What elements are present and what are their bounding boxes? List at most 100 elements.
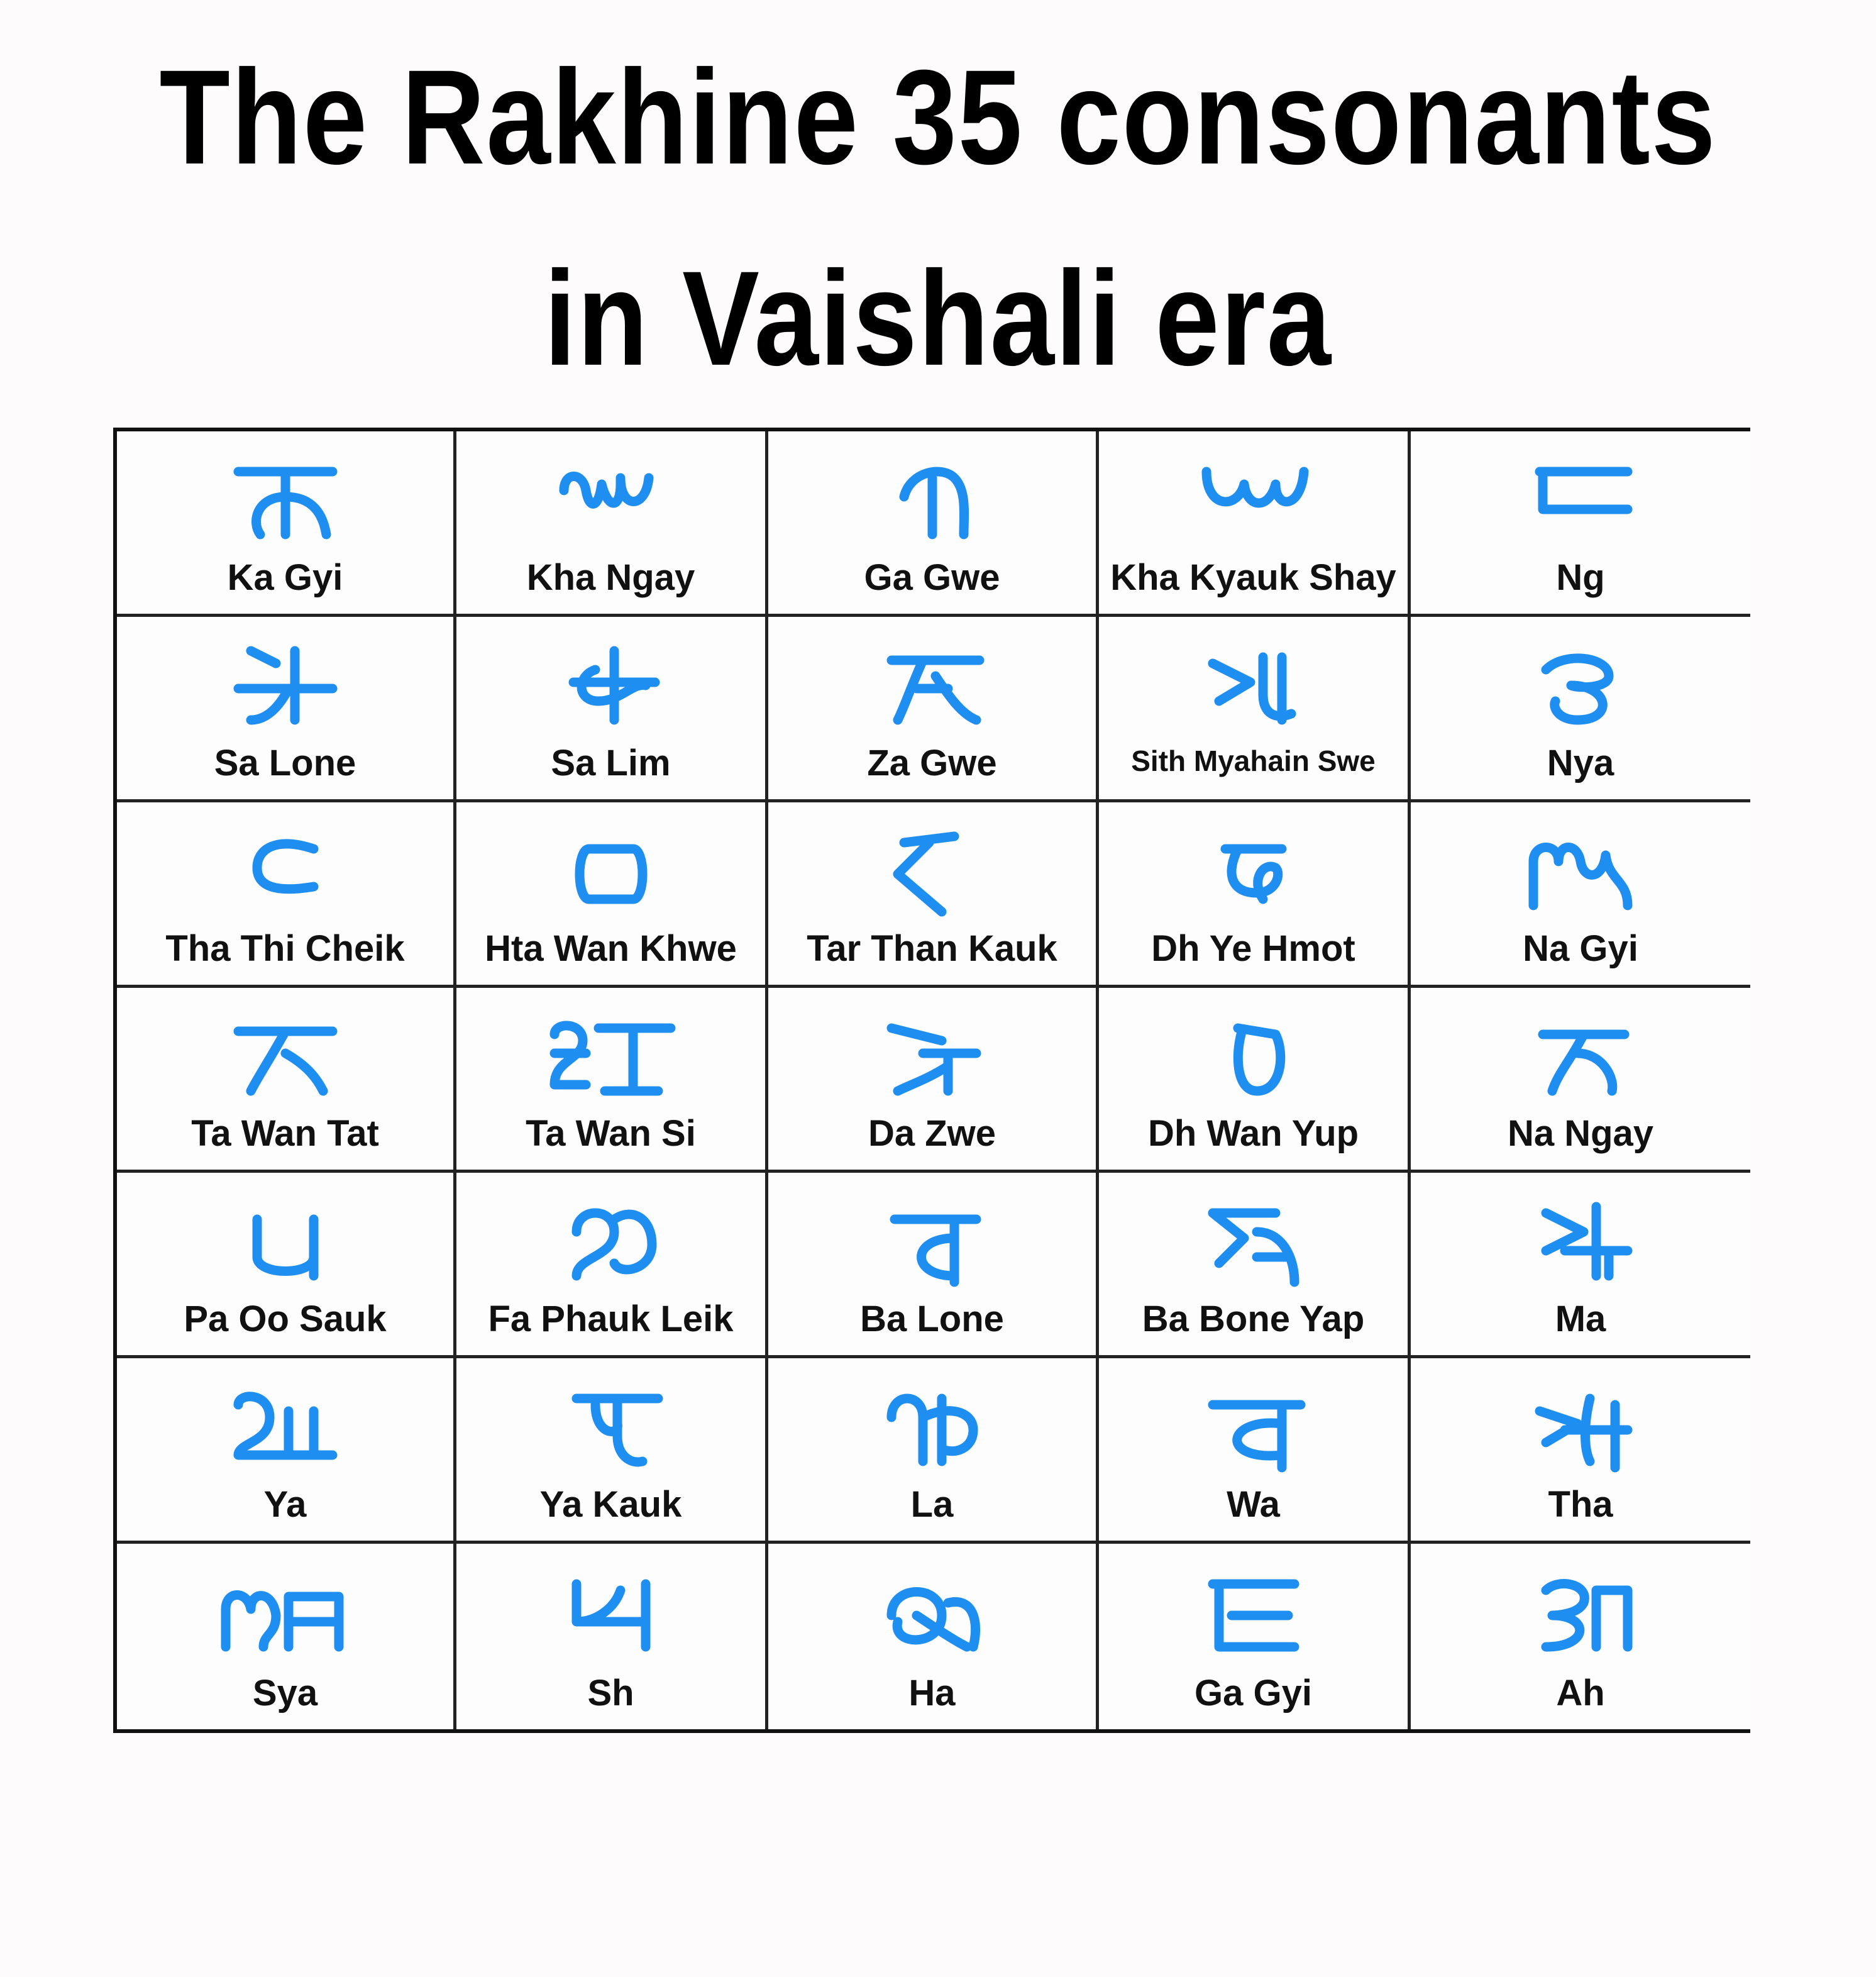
consonant-glyph-icon <box>768 811 1096 918</box>
consonant-cell-hta-wan-khwe: Hta Wan Khwe <box>456 802 768 988</box>
consonant-glyph-icon <box>768 997 1096 1104</box>
page-title-line-1: The Rakhine 35 consonants <box>159 42 1717 192</box>
consonant-cell-ya: Ya <box>117 1358 456 1544</box>
consonant-glyph-icon <box>456 811 765 918</box>
consonant-glyph-icon <box>117 811 453 918</box>
consonant-glyph-icon <box>1099 626 1408 733</box>
page-title-line-2: in Vaishali era <box>544 243 1332 394</box>
consonant-label: Kha Ngay <box>526 557 695 598</box>
consonant-cell-ba-bone-yap: Ba Bone Yap <box>1099 1173 1411 1359</box>
consonant-glyph-icon <box>1099 1182 1408 1288</box>
consonant-cell-kha-ngay: Kha Ngay <box>456 431 768 617</box>
consonant-glyph-icon <box>117 1367 453 1474</box>
consonant-glyph-icon <box>117 440 453 547</box>
consonant-glyph-icon <box>768 1553 1096 1659</box>
consonant-glyph-icon <box>1411 440 1750 547</box>
consonant-glyph-icon <box>1099 440 1408 547</box>
consonant-label: Sith Myahain Swe <box>1131 744 1376 777</box>
consonant-label: Sa Lim <box>551 742 671 784</box>
consonant-glyph-icon <box>117 626 453 733</box>
consonant-cell-wa: Wa <box>1099 1358 1411 1544</box>
consonant-label: Dh Wan Yup <box>1147 1113 1359 1155</box>
consonant-cell-ta-wan-si: Ta Wan Si <box>456 987 768 1173</box>
consonant-cell-sya: Sya <box>117 1544 456 1729</box>
consonant-cell-ga-gwe: Ga Gwe <box>768 431 1099 617</box>
consonant-cell-ya-kauk: Ya Kauk <box>456 1358 768 1544</box>
consonant-glyph-icon <box>117 1553 453 1659</box>
consonant-glyph-icon <box>456 626 765 733</box>
consonant-cell-ka-gyi: Ka Gyi <box>117 431 456 617</box>
consonant-cell-nya: Nya <box>1411 616 1750 802</box>
consonant-cell-na-gyi: Na Gyi <box>1411 802 1750 988</box>
consonant-glyph-icon <box>768 1367 1096 1474</box>
consonant-label: Ga Gwe <box>864 557 1000 598</box>
consonant-label: Tha <box>1548 1484 1613 1526</box>
consonant-label: Wa <box>1227 1484 1280 1526</box>
consonant-label: Dh Ye Hmot <box>1151 928 1355 969</box>
consonant-cell-ha: Ha <box>768 1544 1099 1729</box>
consonant-glyph-icon <box>1411 626 1750 733</box>
consonant-cell-tar-than-kauk: Tar Than Kauk <box>768 802 1099 988</box>
consonant-label: Ng <box>1556 557 1605 598</box>
consonant-glyph-icon <box>456 440 765 547</box>
consonant-cell-sh: Sh <box>456 1544 768 1729</box>
consonant-label: Ah <box>1556 1673 1605 1714</box>
consonant-glyph-icon <box>768 626 1096 733</box>
consonant-cell-fa-phauk-leik: Fa Phauk Leik <box>456 1173 768 1359</box>
consonant-glyph-icon <box>456 1553 765 1659</box>
consonant-glyph-icon <box>768 1182 1096 1288</box>
consonant-label: Hta Wan Khwe <box>485 928 737 969</box>
consonant-cell-da-zwe: Da Zwe <box>768 987 1099 1173</box>
consonant-cell-tha-thi-cheik: Tha Thi Cheik <box>117 802 456 988</box>
consonant-label: Ma <box>1555 1299 1606 1340</box>
consonant-glyph-icon <box>456 997 765 1104</box>
consonant-label: Na Ngay <box>1507 1113 1654 1155</box>
consonant-label: Pa Oo Sauk <box>184 1299 387 1340</box>
consonant-glyph-icon <box>1411 997 1750 1104</box>
consonant-label: Za Gwe <box>867 742 997 784</box>
consonant-cell-dh-wan-yup: Dh Wan Yup <box>1099 987 1411 1173</box>
consonant-label: Sa Lone <box>214 742 356 784</box>
consonant-label: La <box>910 1484 954 1526</box>
consonant-cell-za-gwe: Za Gwe <box>768 616 1099 802</box>
consonant-label: Ya <box>263 1484 307 1526</box>
consonant-cell-sith-myahain-swe: Sith Myahain Swe <box>1099 616 1411 802</box>
consonant-glyph-icon <box>1411 1182 1750 1288</box>
consonant-glyph-icon <box>1099 1553 1408 1659</box>
consonant-cell-pa-oo-sauk: Pa Oo Sauk <box>117 1173 456 1359</box>
consonant-label: Ba Bone Yap <box>1142 1299 1365 1340</box>
consonant-label: Ga Gyi <box>1195 1673 1312 1714</box>
consonant-cell-ga-gyi: Ga Gyi <box>1099 1544 1411 1729</box>
consonant-glyph-icon <box>1411 1367 1750 1474</box>
consonant-label: Ba Lone <box>860 1299 1004 1340</box>
consonant-label: Ka Gyi <box>227 557 343 598</box>
consonant-cell-tha: Tha <box>1411 1358 1750 1544</box>
consonant-cell-na-ngay: Na Ngay <box>1411 987 1750 1173</box>
consonant-glyph-icon <box>1099 1367 1408 1474</box>
consonant-label: Ta Wan Tat <box>191 1113 379 1155</box>
consonant-label: Ha <box>908 1673 956 1714</box>
consonant-label: Tha Thi Cheik <box>165 928 405 969</box>
consonant-cell-ng: Ng <box>1411 431 1750 617</box>
consonant-glyph-icon <box>117 997 453 1104</box>
consonant-label: Nya <box>1547 742 1614 784</box>
consonant-glyph-icon <box>117 1182 453 1288</box>
consonant-cell-dh-ye-hmot: Dh Ye Hmot <box>1099 802 1411 988</box>
consonant-glyph-icon <box>1099 811 1408 918</box>
consonant-glyph-icon <box>456 1182 765 1288</box>
consonant-label: Tar Than Kauk <box>807 928 1057 969</box>
consonant-label: Ya Kauk <box>539 1484 682 1526</box>
consonant-cell-ba-lone: Ba Lone <box>768 1173 1099 1359</box>
consonant-label: Kha Kyauk Shay <box>1110 557 1396 598</box>
consonant-label: Na Gyi <box>1523 928 1638 969</box>
consonant-label: Ta Wan Si <box>526 1113 696 1155</box>
consonant-cell-ta-wan-tat: Ta Wan Tat <box>117 987 456 1173</box>
consonant-label: Sh <box>587 1673 634 1714</box>
consonant-table: Ka Gyi Kha Ngay Ga Gwe Kha Kyauk Shay Ng Sa L… <box>113 428 1750 1733</box>
consonant-glyph-icon <box>1099 997 1408 1104</box>
consonant-cell-sa-lim: Sa Lim <box>456 616 768 802</box>
consonant-glyph-icon <box>768 440 1096 547</box>
consonant-label: Da Zwe <box>868 1113 996 1155</box>
consonant-cell-sa-lone: Sa Lone <box>117 616 456 802</box>
consonant-cell-kha-kyauk-shay: Kha Kyauk Shay <box>1099 431 1411 617</box>
